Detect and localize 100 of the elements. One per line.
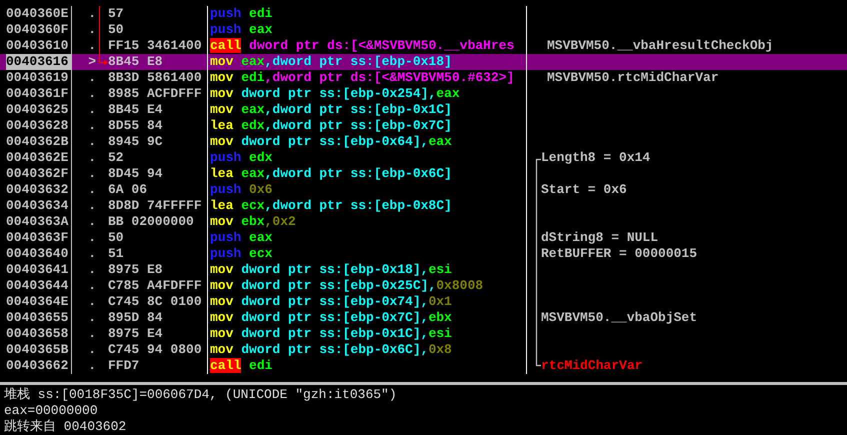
instruction: push eax bbox=[210, 230, 272, 245]
instruction: mov dword ptr ss:[ebp-0x18],esi bbox=[210, 262, 452, 277]
row-marker: . bbox=[88, 70, 96, 85]
code-row[interactable]: 00403641 . 8975 E8 mov dword ptr ss:[ebp-0x18],esi bbox=[0, 262, 847, 278]
hex-bytes: C745 8C 0100 bbox=[108, 294, 202, 309]
instruction: mov dword ptr ss:[ebp-0x7C],ebx bbox=[210, 310, 452, 325]
comment-text: RetBUFFER = 00000015 bbox=[541, 246, 698, 262]
hex-bytes: C785 A4FDFFF bbox=[108, 278, 202, 293]
address-cell-text: 00403632 bbox=[6, 182, 70, 198]
address-cell-text: 00403610 bbox=[6, 38, 70, 54]
code-row[interactable]: 0040362E . 52 push edx Length8 = 0x14 bbox=[0, 150, 847, 166]
instruction: mov dword ptr ss:[ebp-0x25C],0x8008 bbox=[210, 278, 484, 293]
row-marker: . bbox=[88, 310, 96, 325]
code-row[interactable]: 0040363F . 50 push eax dString8 = NULL bbox=[0, 230, 847, 246]
row-marker: . bbox=[88, 294, 96, 309]
row-marker: . bbox=[88, 246, 96, 261]
row-marker: . bbox=[88, 230, 96, 245]
hex-bytes: 8B45 E4 bbox=[108, 102, 163, 117]
instruction: call dword ptr ds:[<&MSVBVM50.__vbaHres bbox=[210, 38, 514, 53]
comment-text: Start = 0x6 bbox=[541, 182, 627, 198]
address-cell-text: 0040360E bbox=[6, 6, 70, 22]
hex-bytes: 895D 84 bbox=[108, 310, 163, 325]
comment-text: MSVBVM50.__vbaHresultCheckObj bbox=[546, 38, 774, 54]
code-row[interactable]: 0040364E . C745 8C 0100 mov dword ptr ss:[ebp-0x74],0x1 bbox=[0, 294, 847, 310]
row-marker: . bbox=[88, 358, 96, 373]
address-cell-text: 0040363F bbox=[6, 230, 70, 246]
row-marker: . bbox=[88, 118, 96, 133]
hex-bytes: 8975 E4 bbox=[108, 326, 163, 341]
hex-bytes: 8985 ACFDFFF bbox=[108, 86, 202, 101]
address-cell-text: 0040361F bbox=[6, 86, 70, 102]
comment-text: Length8 = 0x14 bbox=[541, 150, 650, 166]
code-row[interactable]: 0040360E . 57 push edi bbox=[0, 6, 847, 22]
hex-bytes: 8945 9C bbox=[108, 134, 163, 149]
instruction: lea ecx,dword ptr ss:[ebp-0x8C] bbox=[210, 198, 452, 213]
row-marker: . bbox=[88, 134, 96, 149]
row-marker: . bbox=[88, 214, 96, 229]
comment-text: dString8 = NULL bbox=[541, 230, 658, 246]
hex-bytes: BB 02000000 bbox=[108, 214, 194, 229]
row-marker: . bbox=[88, 38, 96, 53]
instruction: push edx bbox=[210, 150, 272, 165]
code-row[interactable]: 00403628 . 8D55 84 lea edx,dword ptr ss:[ebp-0x7C] bbox=[0, 118, 847, 134]
address-cell-text: 00403619 bbox=[6, 70, 70, 86]
address-cell-text: 00403662 bbox=[6, 358, 70, 374]
address-cell-text: 0040363A bbox=[6, 214, 70, 230]
comment-text: rtcMidCharVar bbox=[541, 358, 642, 374]
address-cell-text: 0040362F bbox=[6, 166, 70, 182]
address-cell-text: 00403625 bbox=[6, 102, 70, 118]
code-row[interactable]: 00403625 . 8B45 E4 mov eax,dword ptr ss:[ebp-0x1C] bbox=[0, 102, 847, 118]
address-cell-text: 00403644 bbox=[6, 278, 70, 294]
row-marker: . bbox=[88, 102, 96, 117]
hex-bytes: 8D45 94 bbox=[108, 166, 163, 181]
address-cell-text: 0040362B bbox=[6, 134, 70, 150]
code-row[interactable]: 0040363A . BB 02000000 mov ebx,0x2 bbox=[0, 214, 847, 230]
row-marker: . bbox=[88, 278, 96, 293]
row-marker: . bbox=[88, 326, 96, 341]
comment-text: MSVBVM50.__vbaObjSet bbox=[541, 310, 698, 326]
address-cell-text: 00403628 bbox=[6, 118, 70, 134]
code-row[interactable]: 00403655 . 895D 84 mov dword ptr ss:[ebp-0x7C],ebx MSVBVM50.__vbaObjSet bbox=[0, 310, 847, 326]
hex-bytes: 51 bbox=[108, 246, 124, 261]
code-row[interactable]: 00403658 . 8975 E4 mov dword ptr ss:[ebp-0x1C],esi bbox=[0, 326, 847, 342]
selected-row[interactable]: 00403616 > 8B45 E8 mov eax,dword ptr ss:[ebp-0x18] bbox=[0, 54, 847, 70]
address-cell-text: 00403658 bbox=[6, 326, 70, 342]
row-marker: . bbox=[88, 262, 96, 277]
info-line: 跳转来自 00403602 bbox=[4, 419, 126, 434]
comment-text: MSVBVM50.rtcMidCharVar bbox=[546, 70, 719, 86]
row-marker: . bbox=[88, 150, 96, 165]
address-cell-text: 0040364E bbox=[6, 294, 70, 310]
code-row[interactable]: 0040362B . 8945 9C mov dword ptr ss:[ebp-0x64],eax bbox=[0, 134, 847, 150]
hex-bytes: 57 bbox=[108, 6, 124, 21]
hex-bytes: 50 bbox=[108, 22, 124, 37]
code-row[interactable]: 00403632 . 6A 06 push 0x6 Start = 0x6 bbox=[0, 182, 847, 198]
code-row[interactable]: 00403634 . 8D8D 74FFFFF lea ecx,dword ptr ss:[ebp-0x8C] bbox=[0, 198, 847, 214]
hex-bytes: 8975 E8 bbox=[108, 262, 163, 277]
instruction: push eax bbox=[210, 22, 272, 37]
code-row[interactable]: 00403662 . FFD7 call edi rtcMidCharVar bbox=[0, 358, 847, 374]
address-cell-text: 0040360F bbox=[6, 22, 70, 38]
row-marker: . bbox=[88, 166, 96, 181]
code-row[interactable]: 0040362F . 8D45 94 lea eax,dword ptr ss:[ebp-0x6C] bbox=[0, 166, 847, 182]
instruction: lea edx,dword ptr ss:[ebp-0x7C] bbox=[210, 118, 452, 133]
address-cell-text: 00403655 bbox=[6, 310, 70, 326]
code-row[interactable]: 00403640 . 51 push ecx RetBUFFER = 00000015 bbox=[0, 246, 847, 262]
row-marker: . bbox=[88, 198, 96, 213]
info-line: 堆栈 ss:[0018F35C]=006067D4, (UNICODE "gzh:it0365") bbox=[4, 387, 397, 402]
instruction: push ecx bbox=[210, 246, 272, 261]
row-marker: . bbox=[88, 342, 96, 357]
code-row[interactable]: 0040361F . 8985 ACFDFFF mov dword ptr ss:[ebp-0x254],eax bbox=[0, 86, 847, 102]
row-marker: . bbox=[88, 182, 96, 197]
instruction: mov dword ptr ss:[ebp-0x6C],0x8 bbox=[210, 342, 452, 357]
row-marker: . bbox=[88, 22, 96, 37]
hex-bytes: 8B45 E8 bbox=[108, 54, 163, 69]
instruction: mov ebx,0x2 bbox=[210, 214, 296, 229]
instruction: lea eax,dword ptr ss:[ebp-0x6C] bbox=[210, 166, 452, 181]
code-row[interactable]: 00403644 . C785 A4FDFFF mov dword ptr ss:[ebp-0x25C],0x8008 bbox=[0, 278, 847, 294]
instruction: mov dword ptr ss:[ebp-0x64],eax bbox=[210, 134, 452, 149]
code-row[interactable]: 00403619 . 8B3D 5861400 mov edi,dword ptr ds:[<&MSVBVM50.#632>] MSVBVM50.rtcMidCharVar bbox=[0, 70, 847, 86]
address-cell-text: 00403634 bbox=[6, 198, 70, 214]
row-marker: . bbox=[88, 6, 96, 21]
info-line: eax=00000000 bbox=[4, 403, 98, 418]
address-cell: 00403616 bbox=[6, 54, 72, 70]
instruction: mov dword ptr ss:[ebp-0x74],0x1 bbox=[210, 294, 452, 309]
